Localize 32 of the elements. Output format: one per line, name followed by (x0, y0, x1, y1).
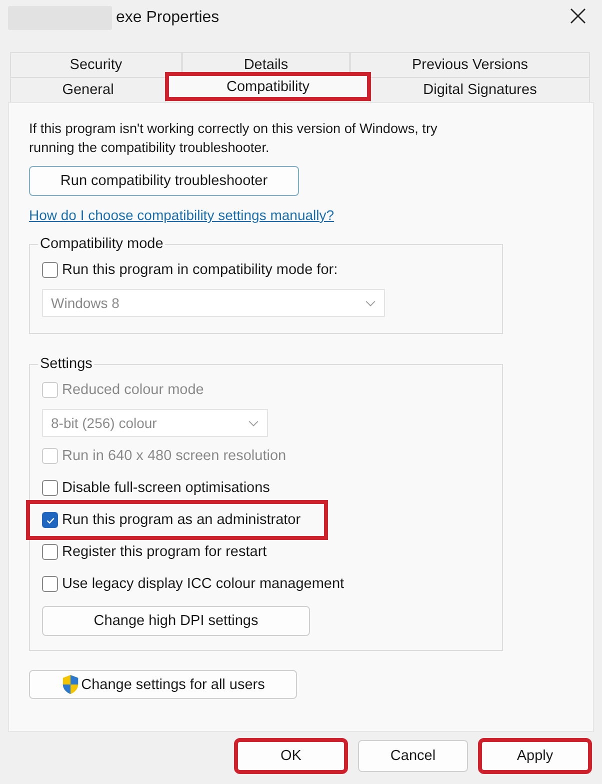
group-title: Settings (39, 356, 94, 372)
checkbox-label: Run in 640 x 480 screen resolution (62, 448, 286, 464)
checkbox-label: Disable full-screen optimisations (62, 480, 270, 496)
checkbox-label: Run this program in compatibility mode for: (62, 262, 338, 278)
checkbox-label: Register this program for restart (62, 544, 267, 560)
chevron-down-icon (248, 420, 259, 426)
checkbox[interactable] (42, 512, 58, 528)
checkbox-label: Reduced colour mode (62, 382, 204, 398)
window-title: exe Properties (116, 9, 220, 27)
checkbox[interactable] (42, 544, 58, 560)
tab[interactable]: Compatibility (166, 73, 370, 100)
tab[interactable]: Previous Versions (350, 52, 590, 77)
checkbox-label: Run this program as an administrator (62, 512, 301, 528)
shield-icon (61, 674, 80, 695)
dialog-button[interactable]: Cancel (358, 740, 468, 772)
dialog-button[interactable]: Apply (480, 740, 590, 772)
tab[interactable]: Digital Signatures (370, 77, 590, 102)
dpi-settings-button[interactable]: Change high DPI settings (42, 606, 310, 636)
troubleshooter-button[interactable]: Run compatibility troubleshooter (29, 166, 299, 196)
checkbox[interactable] (42, 480, 58, 496)
dialog-button[interactable]: OK (236, 740, 346, 772)
checkbox[interactable] (42, 262, 58, 278)
close-icon[interactable] (570, 8, 586, 24)
tab[interactable]: Security (10, 52, 182, 77)
checkbox[interactable] (42, 576, 58, 592)
tab[interactable]: General (10, 77, 166, 102)
checkbox-label: Use legacy display ICC colour management (62, 576, 344, 592)
all-users-button[interactable]: Change settings for all users (29, 670, 297, 699)
help-link[interactable]: How do I choose compatibility settings manually? (29, 207, 334, 223)
intro-text: If this program isn't working correctly on this version of Windows, try running the compatibility troubleshooter. (29, 120, 438, 157)
chevron-down-icon (365, 300, 376, 306)
group-title: Compatibility mode (39, 236, 164, 252)
